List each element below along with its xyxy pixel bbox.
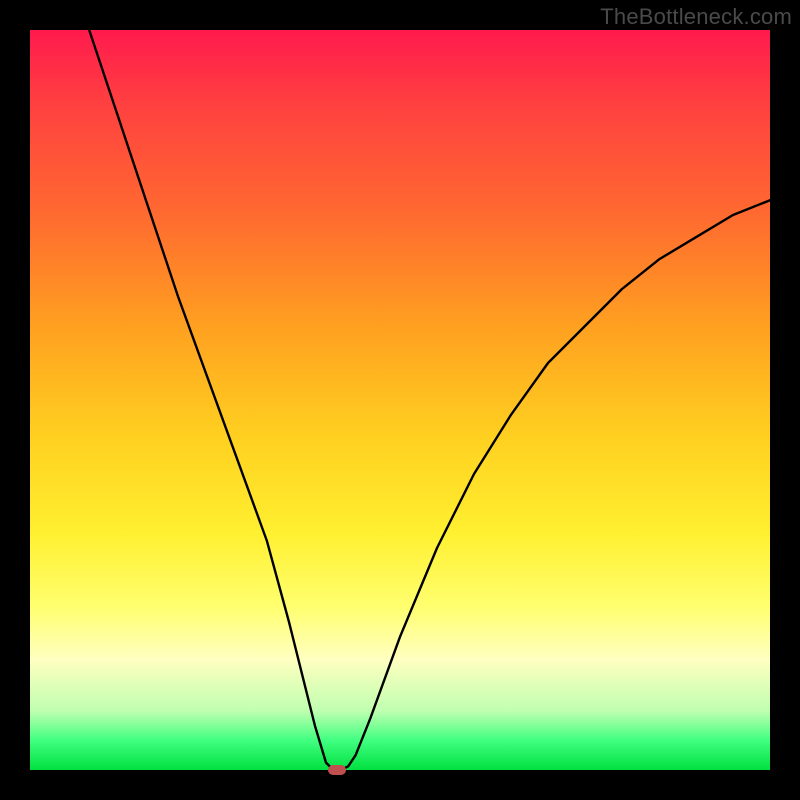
plot-area [30,30,770,770]
chart-frame: TheBottleneck.com [0,0,800,800]
optimal-point-marker [328,765,346,775]
watermark-text: TheBottleneck.com [600,4,792,30]
bottleneck-curve [30,30,770,770]
